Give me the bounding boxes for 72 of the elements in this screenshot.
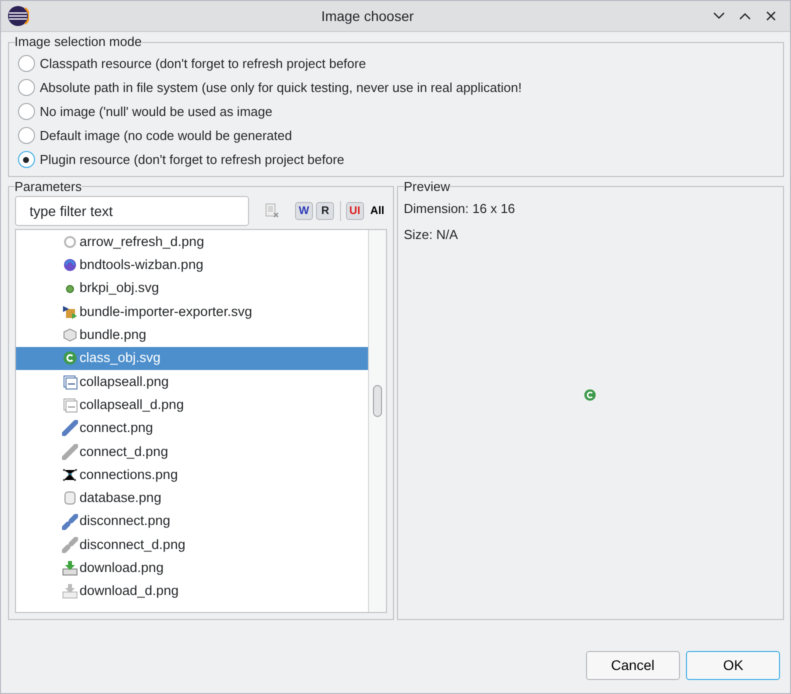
clear-filter-icon — [264, 203, 280, 220]
radio-button[interactable] — [18, 103, 35, 120]
radio-button[interactable] — [18, 79, 35, 96]
filter-field[interactable]: type filter text — [14, 196, 248, 226]
file-row[interactable]: connections.png — [16, 463, 368, 487]
group-title: Parameters — [14, 180, 82, 194]
file-row[interactable]: download_d.png — [16, 580, 368, 604]
ring-icon — [62, 234, 78, 250]
filter-toggle[interactable]: W — [295, 202, 313, 220]
download-icon — [62, 583, 78, 600]
group-title: Preview — [404, 180, 450, 194]
file-name: collapseall.png — [80, 372, 169, 391]
file-row[interactable]: connect.png — [16, 416, 368, 440]
file-name: connect_d.png — [80, 442, 168, 461]
radio-button[interactable] — [18, 127, 35, 144]
radio-button[interactable] — [18, 151, 35, 168]
filter-link[interactable]: All — [370, 202, 384, 220]
radio-label: Default image (no code would be generated — [40, 126, 292, 145]
file-name: database.png — [80, 489, 162, 508]
file-name: disconnect_d.png — [80, 536, 186, 554]
close-icon — [766, 11, 776, 21]
radio-button[interactable] — [18, 55, 35, 72]
file-name: collapseall_d.png — [80, 396, 184, 414]
file-name: arrow_refresh_d.png — [80, 232, 204, 251]
class-icon — [583, 388, 598, 402]
dimension-label: Dimension: 16 x 16 — [404, 200, 516, 218]
unplug-icon — [62, 536, 78, 553]
collapse-icon — [62, 397, 78, 414]
chevron-down-icon — [713, 12, 725, 20]
radio-label: No image ('null' would be used as image — [40, 102, 272, 121]
file-row[interactable]: bundle.png — [16, 324, 368, 347]
unplug-icon — [62, 514, 78, 530]
file-name: brkpi_obj.svg — [80, 279, 160, 298]
filter-toggle[interactable]: UI — [346, 202, 364, 220]
file-row[interactable]: download.png — [16, 556, 368, 580]
cube-icon — [62, 327, 78, 344]
group-title: Image selection mode — [14, 35, 142, 50]
file-name: download_d.png — [80, 582, 179, 600]
file-row[interactable]: collapseall.png — [16, 370, 368, 394]
file-row[interactable]: arrow_refresh_d.png — [16, 230, 368, 254]
app-logo-icon — [7, 5, 29, 27]
class-icon — [62, 350, 78, 366]
radio-label: Absolute path in file system (use only for quick testing, never use in real application! — [40, 78, 522, 97]
filter-toggle[interactable]: R — [316, 202, 334, 220]
file-name: bundle.png — [80, 326, 146, 344]
file-row[interactable]: bndtools-wizban.png — [16, 254, 368, 277]
file-row[interactable]: collapseall_d.png — [16, 393, 368, 417]
size-label: Size: N/A — [404, 226, 459, 244]
file-row[interactable]: database.png — [16, 486, 368, 510]
database-icon — [62, 490, 78, 506]
file-name: connections.png — [80, 466, 178, 484]
file-row[interactable]: bundle-importer-exporter.svg — [16, 300, 368, 324]
cancel-button[interactable]: Cancel — [586, 651, 680, 680]
scrollbar[interactable] — [368, 230, 386, 612]
file-row[interactable]: connect_d.png — [16, 440, 368, 464]
file-row[interactable]: disconnect.png — [16, 510, 368, 534]
file-row[interactable]: brkpi_obj.svg — [16, 276, 368, 300]
file-name: download.png — [80, 559, 164, 578]
package-icon — [62, 304, 78, 320]
file-name: bndtools-wizban.png — [80, 256, 204, 274]
collapse-icon — [62, 374, 78, 390]
file-name: bundle-importer-exporter.svg — [80, 302, 252, 321]
ok-button[interactable]: OK — [686, 651, 780, 680]
radio-label: Plugin resource (don't forget to refresh project before — [40, 150, 344, 169]
file-name: connect.png — [80, 419, 154, 438]
file-name: class_obj.svg — [80, 349, 161, 368]
file-name: disconnect.png — [80, 512, 170, 530]
chevron-up-icon — [739, 12, 751, 20]
radio-label: Classpath resource (don't forget to refresh project before — [40, 54, 366, 73]
window-title: Image chooser — [320, 6, 415, 26]
download-icon — [62, 560, 78, 576]
file-row[interactable]: disconnect_d.png — [16, 533, 368, 556]
